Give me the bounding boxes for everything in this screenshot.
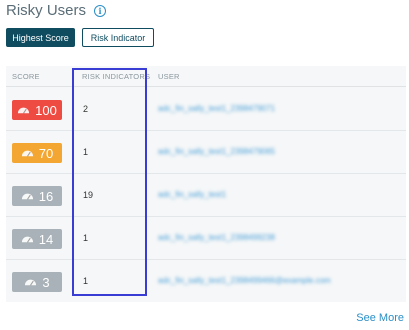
table-row[interactable]: 70 1 adc_fin_sally_test1_2398479065 bbox=[6, 131, 406, 174]
score-value: 16 bbox=[38, 188, 54, 204]
gauge-icon bbox=[21, 193, 33, 200]
user-link[interactable]: adc_fin_sally_test1_2398479071 bbox=[158, 104, 275, 113]
score-badge: 3 bbox=[12, 272, 62, 292]
column-header-user[interactable]: USER bbox=[158, 72, 180, 81]
risk-indicators-count: 19 bbox=[83, 190, 94, 200]
risky-users-table: SCORE RISK INDICATORS USER 100 2 adc_fin_s… bbox=[6, 66, 406, 302]
risk-indicators-count: 1 bbox=[83, 147, 89, 157]
score-value: 14 bbox=[38, 231, 54, 247]
score-value: 3 bbox=[42, 274, 50, 290]
user-link[interactable]: adc_fin_sally_test1_2398499466@example.c… bbox=[158, 276, 331, 285]
risk-indicators-count: 2 bbox=[83, 104, 89, 114]
widget-title: Risky Users i bbox=[6, 2, 107, 19]
risk-indicators-count: 1 bbox=[83, 276, 89, 286]
risk-indicator-button[interactable]: Risk Indicator bbox=[82, 28, 154, 47]
table-row[interactable]: 16 19 adc_fin_sally_test1 bbox=[6, 174, 406, 217]
table-header: SCORE RISK INDICATORS USER bbox=[6, 66, 406, 87]
gauge-icon bbox=[21, 150, 33, 157]
column-header-score[interactable]: SCORE bbox=[12, 72, 40, 81]
gauge-icon bbox=[21, 236, 33, 243]
gauge-icon bbox=[18, 107, 30, 114]
user-link[interactable]: adc_fin_sally_test1_2398479065 bbox=[158, 147, 275, 156]
gauge-icon bbox=[25, 279, 37, 286]
score-badge: 70 bbox=[12, 143, 62, 163]
see-more-link[interactable]: See More bbox=[356, 312, 404, 324]
table-row[interactable]: 100 2 adc_fin_sally_test1_2398479071 bbox=[6, 88, 406, 131]
user-link[interactable]: adc_fin_sally_test1 bbox=[158, 190, 226, 199]
score-value: 70 bbox=[38, 145, 54, 161]
table-row[interactable]: 3 1 adc_fin_sally_test1_2398499466@example… bbox=[6, 260, 406, 303]
widget-title-text: Risky Users bbox=[6, 2, 87, 19]
score-badge: 14 bbox=[12, 229, 62, 249]
risk-indicators-count: 1 bbox=[83, 233, 89, 243]
info-icon[interactable]: i bbox=[94, 4, 107, 17]
score-value: 100 bbox=[35, 102, 57, 118]
table-row[interactable]: 14 1 adc_fin_sally_test1_2398499238 bbox=[6, 217, 406, 260]
highest-score-button[interactable]: Highest Score bbox=[6, 28, 75, 47]
score-badge: 100 bbox=[12, 100, 62, 120]
score-badge: 16 bbox=[12, 186, 62, 206]
column-header-risk-indicators[interactable]: RISK INDICATORS bbox=[82, 72, 150, 81]
user-link[interactable]: adc_fin_sally_test1_2398499238 bbox=[158, 233, 275, 242]
